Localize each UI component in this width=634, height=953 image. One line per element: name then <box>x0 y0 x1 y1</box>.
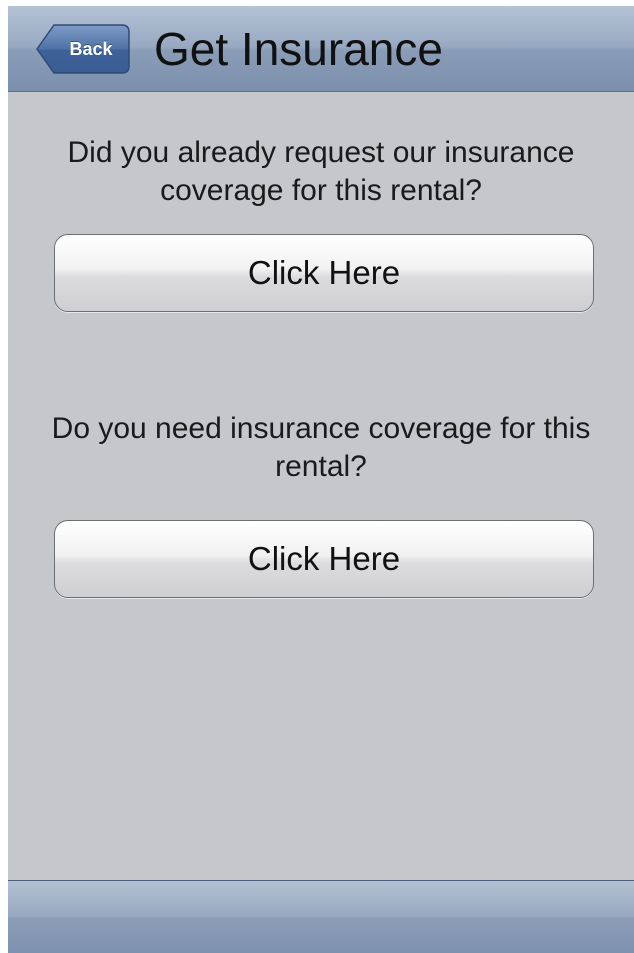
navigation-bar: Back Get Insurance <box>8 6 634 92</box>
app-screen: Back Get Insurance Did you already reque… <box>8 6 634 953</box>
back-button[interactable]: Back <box>36 24 130 74</box>
need-coverage-button[interactable]: Click Here <box>54 520 594 598</box>
already-requested-button[interactable]: Click Here <box>54 234 594 312</box>
already-requested-button-label: Click Here <box>247 254 401 291</box>
back-button-label: Back <box>69 39 113 59</box>
question-need-coverage: Do you need insurance coverage for this … <box>51 412 591 483</box>
question-already-requested: Did you already request our insurance co… <box>67 136 575 207</box>
need-coverage-button-label: Click Here <box>247 540 401 577</box>
bottom-toolbar <box>8 880 634 953</box>
page-title: Get Insurance <box>154 23 443 75</box>
